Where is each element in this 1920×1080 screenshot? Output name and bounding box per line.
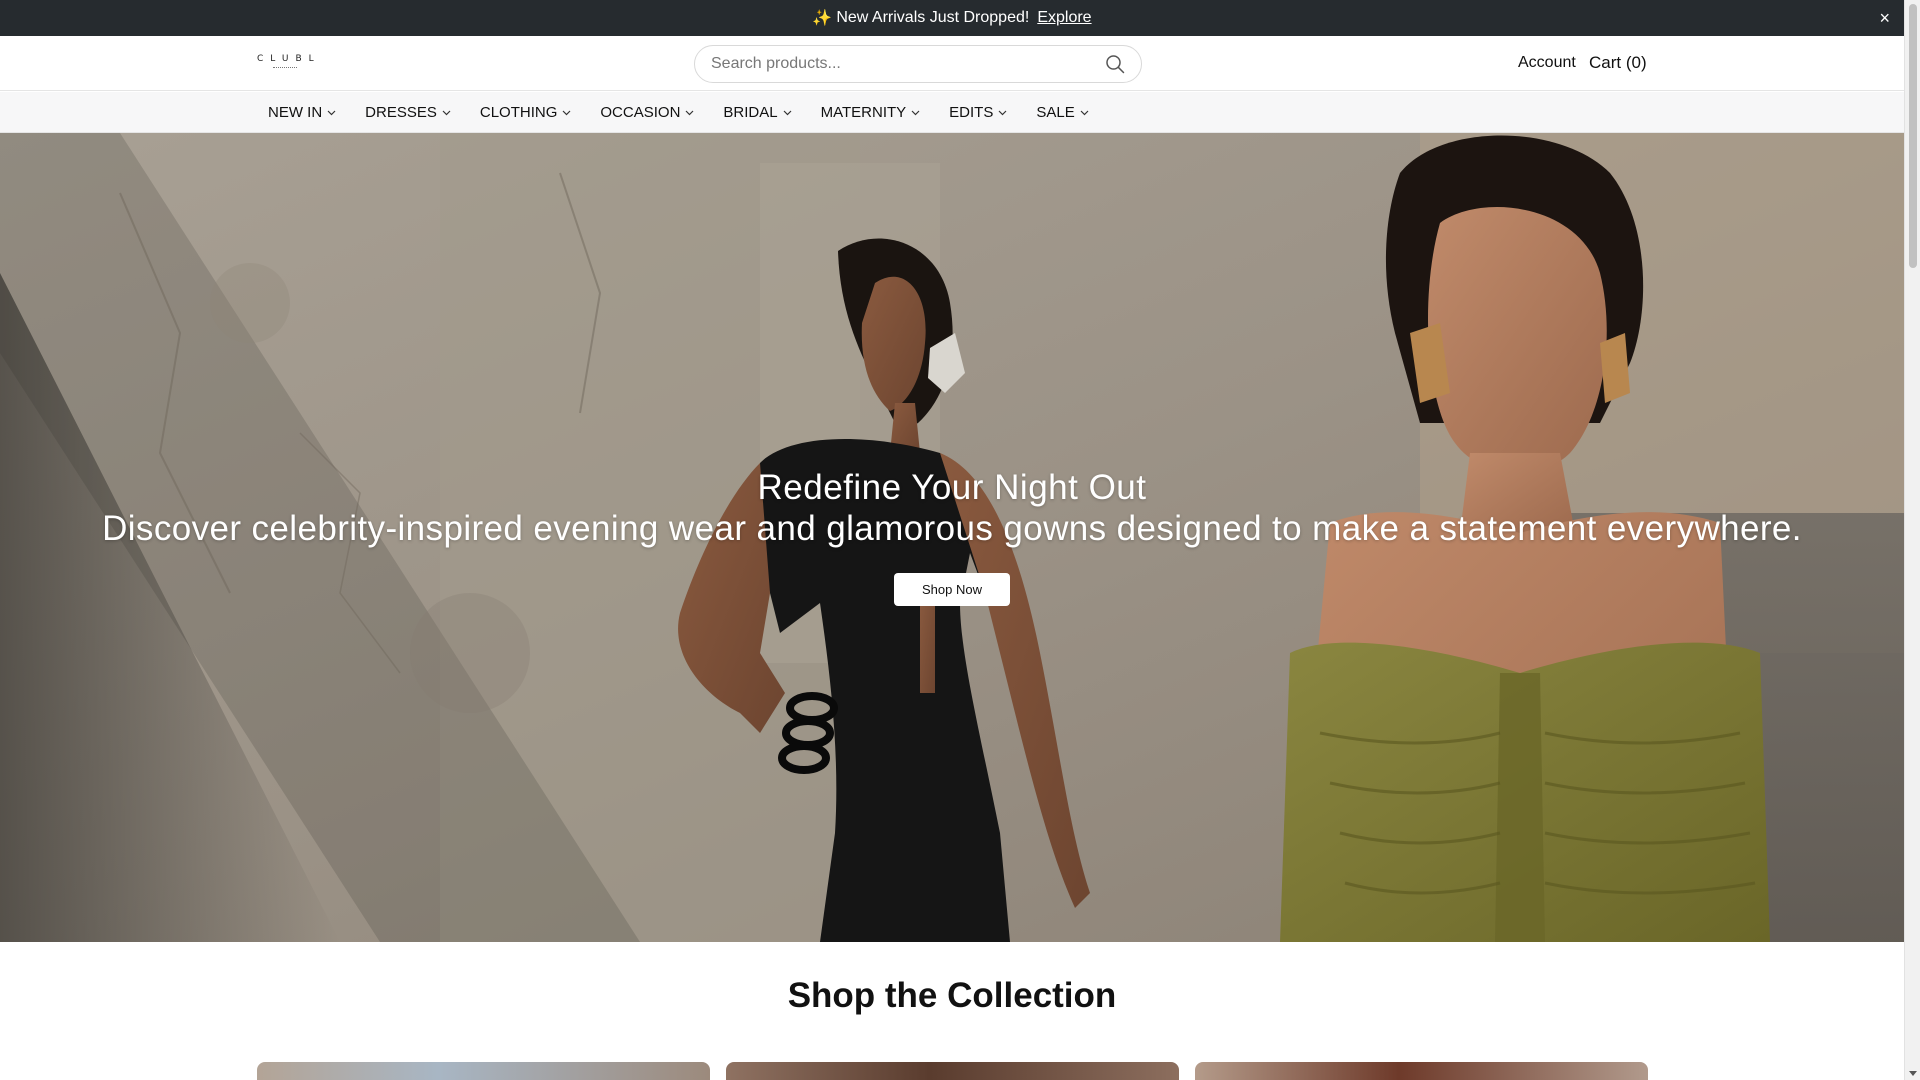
sparkle-icon: ✨ — [812, 10, 833, 27]
nav-item-label: EDITS — [949, 104, 994, 121]
nav-item-label: CLOTHING — [479, 104, 558, 121]
explore-link[interactable]: Explore — [1037, 9, 1091, 27]
collection-title: Shop the Collection — [787, 976, 1117, 1015]
collection-card[interactable] — [726, 1062, 1179, 1080]
search-icon[interactable] — [1105, 54, 1125, 74]
chevron-down-icon — [911, 110, 920, 115]
chevron-down-icon — [783, 110, 792, 115]
close-icon[interactable]: × — [1879, 8, 1890, 28]
hero-content: Redefine Your Night Out Discover celebri… — [0, 467, 1904, 606]
logo-underline — [273, 67, 297, 68]
hero-title: Redefine Your Night Out — [757, 468, 1147, 507]
announcement-text: New Arrivals Just Dropped! — [836, 9, 1030, 26]
nav-item-label: BRIDAL — [723, 104, 778, 121]
cart-link[interactable]: Cart (0) — [1589, 53, 1647, 73]
page-scrollbar[interactable] — [1904, 0, 1920, 1080]
hero-banner[interactable]: Redefine Your Night Out Discover celebri… — [0, 133, 1904, 942]
nav-item-sale[interactable]: SALE — [1036, 104, 1089, 121]
shop-now-button[interactable]: Shop Now — [894, 573, 1010, 606]
scroll-down-icon[interactable] — [1909, 1071, 1917, 1076]
search-bar[interactable] — [694, 45, 1142, 83]
logo-text: CLUBL — [257, 54, 321, 64]
search-input[interactable] — [711, 55, 1105, 73]
nav-item-label: MATERNITY — [820, 104, 907, 121]
chevron-down-icon — [442, 110, 451, 115]
announcement-bar: ✨ New Arrivals Just Dropped! Explore × — [0, 0, 1904, 36]
hero-subtitle: Discover celebrity-inspired evening wear… — [102, 509, 1802, 548]
nav-item-occasion[interactable]: OCCASION — [600, 104, 694, 121]
nav-item-clothing[interactable]: CLOTHING — [480, 104, 572, 121]
chevron-down-icon — [327, 110, 336, 115]
chevron-down-icon — [685, 110, 694, 115]
nav-item-maternity[interactable]: MATERNITY — [821, 104, 921, 121]
nav-item-label: OCCASION — [600, 104, 681, 121]
nav-item-dresses[interactable]: DRESSES — [365, 104, 451, 121]
chevron-down-icon — [562, 110, 571, 115]
chevron-down-icon — [1080, 110, 1089, 115]
nav-item-label: DRESSES — [365, 104, 437, 121]
nav-item-edits[interactable]: EDITS — [949, 104, 1007, 121]
main-nav: NEW IN DRESSES CLOTHING OCCASION BRIDAL … — [0, 92, 1904, 133]
nav-item-new-in[interactable]: NEW IN — [268, 104, 336, 121]
nav-list: NEW IN DRESSES CLOTHING OCCASION BRIDAL … — [268, 92, 1118, 133]
nav-item-bridal[interactable]: BRIDAL — [723, 104, 792, 121]
site-header: CLUBL Account Cart (0) — [0, 36, 1904, 91]
collection-card[interactable] — [257, 1062, 710, 1080]
collection-card[interactable] — [1195, 1062, 1648, 1080]
nav-item-label: SALE — [1036, 104, 1075, 121]
logo[interactable]: CLUBL — [257, 54, 321, 68]
chevron-down-icon — [998, 110, 1007, 115]
scrollbar-thumb[interactable] — [1909, 4, 1917, 268]
nav-item-label: NEW IN — [268, 104, 323, 121]
account-link[interactable]: Account — [1518, 54, 1576, 72]
